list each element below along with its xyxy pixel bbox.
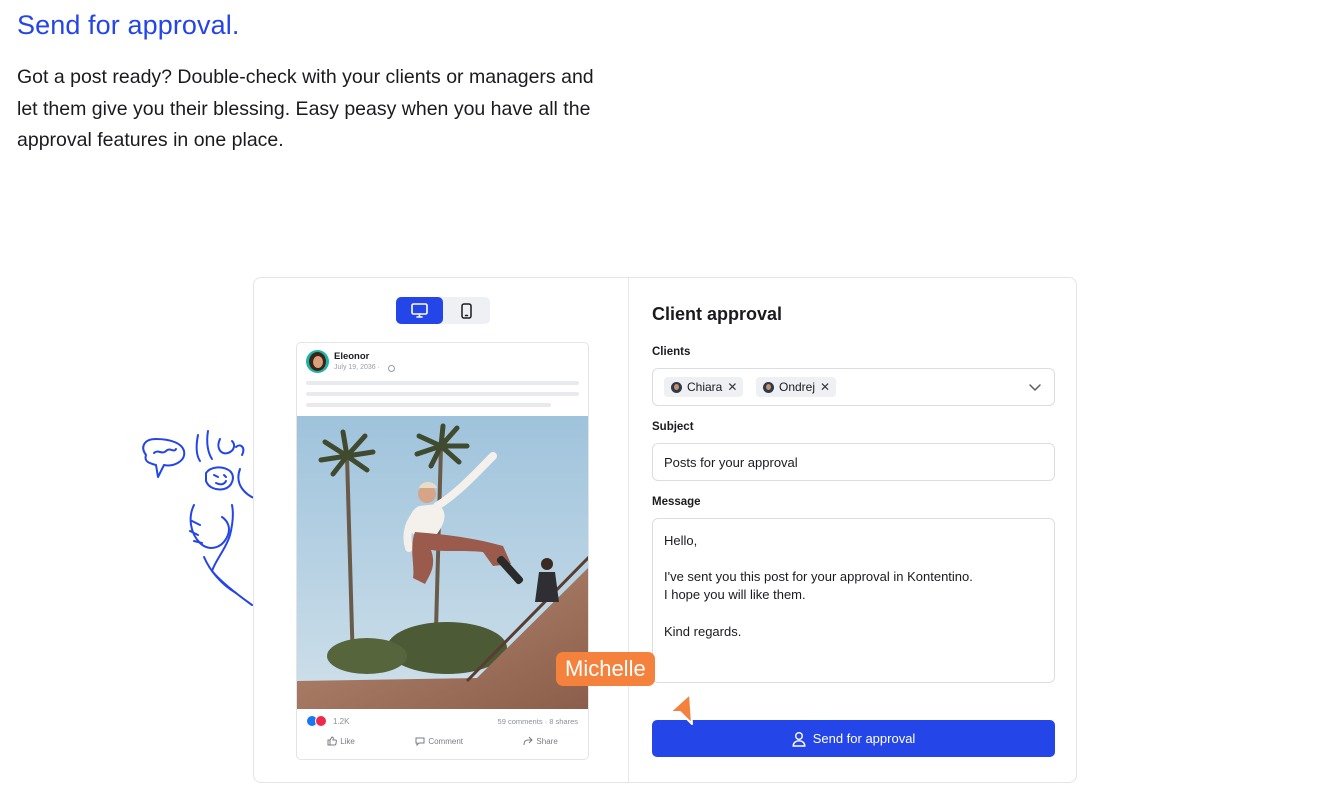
post-author: Eleonor — [334, 351, 370, 362]
text-placeholder-line — [306, 381, 579, 385]
globe-icon — [388, 365, 395, 372]
client-approval-title: Client approval — [652, 304, 783, 324]
cursor-pointer-icon — [669, 693, 693, 725]
comment-action[interactable]: Comment — [415, 736, 463, 746]
client-chip: Ondrej ✕ — [756, 377, 837, 397]
text-placeholder-line — [306, 392, 579, 396]
post-reactions: 1.2K — [306, 715, 349, 727]
post-actions: Like Comment Share — [297, 736, 588, 746]
device-toggle — [396, 297, 490, 324]
message-line: Kind regards. — [664, 624, 742, 639]
text-placeholder-line — [306, 403, 551, 407]
thumbs-up-icon — [327, 736, 338, 746]
desktop-view-button[interactable] — [396, 297, 443, 324]
chevron-down-icon[interactable] — [1028, 380, 1042, 394]
client-avatar — [671, 381, 682, 393]
collaborator-cursor-label: Michelle — [556, 652, 655, 686]
message-line: I've sent you this post for your approva… — [664, 569, 973, 584]
section-title: Send for approval. — [17, 10, 240, 40]
comment-icon — [415, 737, 425, 746]
like-action[interactable]: Like — [327, 736, 355, 746]
client-chip: Chiara ✕ — [664, 377, 744, 397]
section-description: Got a post ready? Double-check with your… — [17, 66, 594, 151]
message-line: I hope you will like them. — [664, 587, 806, 602]
post-preview: Eleonor July 19, 2036 · 1.2K 59 comments… — [296, 342, 589, 760]
hand-drawn-doodle-illustration — [142, 430, 256, 606]
approval-card: Eleonor July 19, 2036 · 1.2K 59 comments… — [253, 277, 1077, 783]
share-icon — [523, 736, 534, 746]
message-label: Message — [652, 496, 701, 508]
mobile-view-button[interactable] — [443, 297, 490, 324]
post-image-skateboarder — [297, 416, 588, 709]
reaction-count: 1.2K — [333, 716, 350, 726]
card-divider — [628, 278, 629, 782]
share-action[interactable]: Share — [523, 736, 558, 746]
message-line: Hello, — [664, 533, 698, 548]
client-avatar — [763, 381, 774, 393]
message-textarea[interactable]: Hello, I've sent you this post for your … — [652, 518, 1055, 683]
send-for-approval-button[interactable]: Send for approval — [652, 720, 1055, 757]
smartphone-icon — [461, 302, 472, 319]
subject-input[interactable]: Posts for your approval — [652, 443, 1055, 481]
post-date: July 19, 2036 · — [334, 364, 380, 371]
love-reaction-icon — [315, 715, 327, 727]
remove-client-icon[interactable]: ✕ — [727, 380, 737, 394]
post-stats: 59 comments · 8 shares — [497, 717, 578, 726]
clients-select[interactable]: Chiara ✕ Ondrej ✕ — [652, 368, 1055, 406]
author-avatar — [306, 350, 329, 373]
user-icon — [792, 731, 806, 747]
monitor-icon — [411, 303, 428, 318]
subject-label: Subject — [652, 421, 694, 433]
subject-value: Posts for your approval — [664, 455, 798, 470]
remove-client-icon[interactable]: ✕ — [820, 380, 830, 394]
clients-label: Clients — [652, 346, 691, 358]
